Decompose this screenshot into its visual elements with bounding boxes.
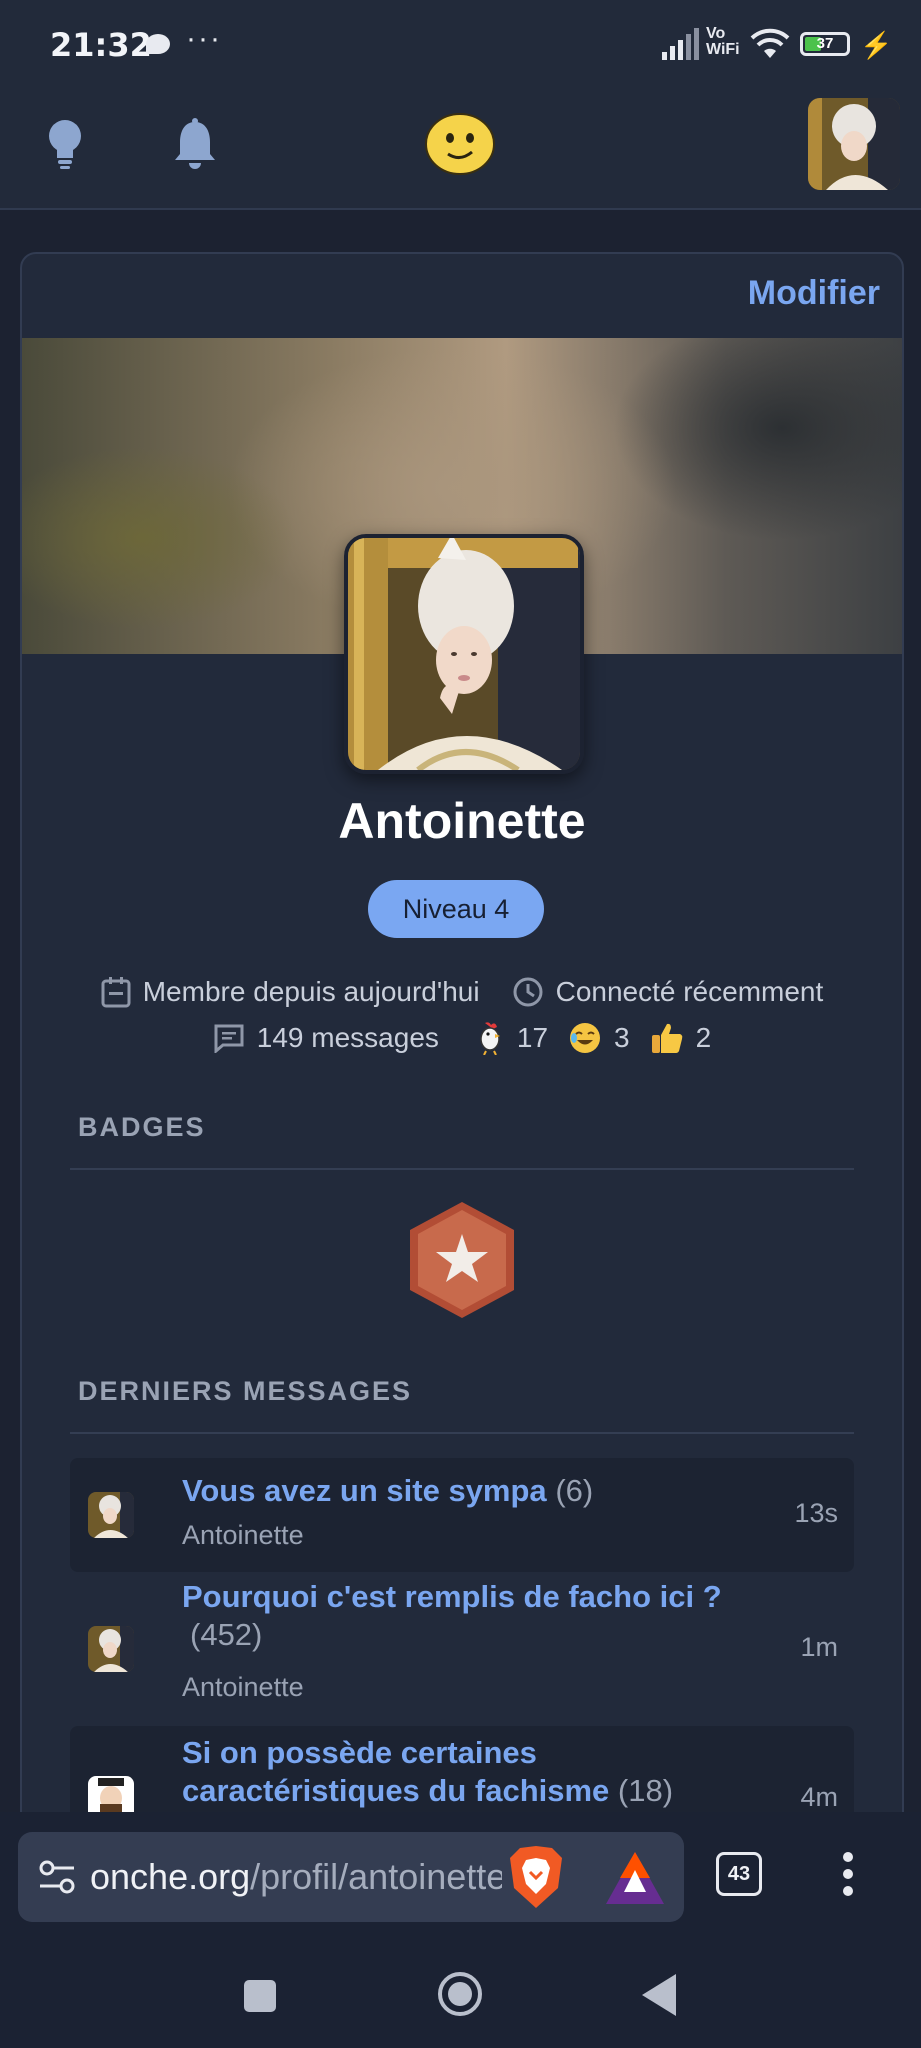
badges-divider (70, 1168, 854, 1170)
home-button[interactable] (436, 1970, 484, 2018)
battery-icon: 37 (800, 32, 850, 56)
status-bar: 21:32 ··· Vo WiFi 37 ⚡ (0, 0, 921, 90)
topic-author: Antoinette (182, 1520, 304, 1550)
brave-rewards-icon[interactable] (604, 1850, 666, 1906)
topic-reply-count: (18) (617, 1773, 674, 1808)
smiley-logo-icon[interactable] (424, 112, 496, 176)
avatar (88, 1492, 134, 1538)
calendar-icon (101, 977, 131, 1008)
charging-icon: ⚡ (860, 30, 893, 60)
topic-link[interactable]: Pourquoi c'est remplis de facho ici ? (4… (182, 1578, 722, 1654)
list-item[interactable]: Vous avez un site sympa (6) Antoinette 1… (70, 1458, 854, 1572)
level-badge: Niveau 4 (368, 880, 544, 938)
message-count: 149 messages (256, 1022, 439, 1053)
topic-title[interactable]: Pourquoi c'est remplis de facho ici ? (182, 1578, 722, 1616)
topic-link[interactable]: Si on possède certaines caractéristiques… (182, 1734, 673, 1810)
rooster-icon (480, 1022, 500, 1055)
topic-time: 13s (794, 1498, 838, 1528)
topic-title-line-1[interactable]: Si on possède certaines (182, 1734, 673, 1772)
profile-username: Antoinette (338, 793, 586, 849)
battery-level: 37 (816, 35, 834, 52)
last-seen: Connecté récemment (555, 976, 824, 1007)
status-time: 21:32 (50, 26, 152, 64)
member-since: Membre depuis aujourd'hui (142, 976, 480, 1007)
list-item[interactable]: Pourquoi c'est remplis de facho ici ? (4… (70, 1576, 854, 1724)
edit-profile-link[interactable]: Modifier (748, 274, 880, 313)
more-notifications-icon: ··· (186, 22, 222, 55)
topic-reply-count: (6) (555, 1473, 594, 1508)
reaction-count-thumbs: 2 (695, 1022, 712, 1053)
reaction-count-rooster: 17 (516, 1022, 549, 1053)
browser-menu-button[interactable] (840, 1852, 856, 1898)
top-navigation (0, 90, 921, 210)
wifi-icon (750, 28, 790, 58)
url-domain: onche.org (90, 1856, 251, 1897)
topic-time: 1m (800, 1632, 838, 1662)
topic-title[interactable]: Vous avez un site sympa (182, 1473, 547, 1508)
signal-icon (662, 28, 699, 60)
tab-switcher-button[interactable]: 43 (716, 1852, 762, 1896)
profile-stats-row: 149 messages 17 3 2 (22, 1016, 902, 1060)
vowifi-indicator: Vo WiFi (706, 26, 740, 58)
topic-link[interactable]: Vous avez un site sympa (6) (182, 1472, 593, 1510)
recent-apps-button[interactable] (244, 1980, 276, 2012)
topic-time: 4m (800, 1782, 838, 1812)
topic-title-line-2[interactable]: caractéristiques du fachisme (182, 1773, 609, 1808)
bell-icon[interactable] (172, 118, 218, 170)
laughing-emoji-icon (570, 1023, 601, 1053)
brave-shields-icon[interactable] (506, 1844, 566, 1910)
profile-picture (344, 534, 584, 774)
avatar (88, 1626, 134, 1672)
url-path: /profil/antoinette (250, 1856, 502, 1897)
back-button[interactable] (640, 1972, 680, 2018)
vowifi-vo: Vo (706, 25, 726, 42)
lightbulb-icon[interactable] (44, 118, 86, 170)
topic-author: Antoinette (182, 1672, 304, 1702)
thumbs-up-icon (651, 1023, 682, 1053)
recent-messages-heading: DERNIERS MESSAGES (78, 1376, 413, 1406)
avatar[interactable] (808, 98, 900, 190)
message-icon (214, 1024, 244, 1053)
site-settings-icon[interactable] (38, 1858, 76, 1896)
reaction-count-laugh: 3 (614, 1022, 630, 1053)
star-badge-icon[interactable] (404, 1200, 520, 1320)
recent-messages-divider (70, 1432, 854, 1434)
vowifi-wifi: WiFi (706, 41, 740, 58)
chat-notification-icon (146, 34, 170, 54)
address-bar[interactable]: onche.org/profil/antoinette (18, 1832, 684, 1922)
badges-heading: BADGES (78, 1112, 206, 1142)
profile-card: Modifier Antoinette Niveau 4 Membre depu… (20, 252, 904, 1856)
clock-icon (513, 977, 543, 1007)
url-text[interactable]: onche.org/profil/antoinette (90, 1856, 502, 1898)
topic-reply-count: (452) (190, 1617, 263, 1652)
profile-meta-row: Membre depuis aujourd'hui Connecté récem… (22, 970, 902, 1014)
